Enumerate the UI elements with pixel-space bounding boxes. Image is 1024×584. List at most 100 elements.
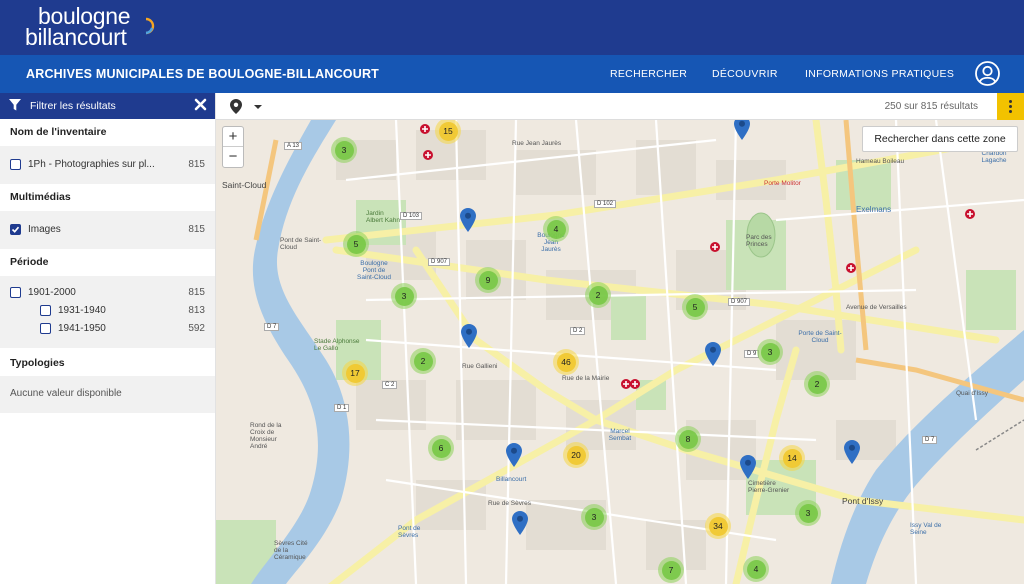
map-cluster[interactable]: 9 — [475, 267, 501, 293]
filter-label: 1941-1950 — [58, 323, 106, 334]
road-shield: D 102 — [594, 200, 617, 208]
checkbox[interactable] — [10, 287, 21, 298]
filter-count: 815 — [188, 224, 205, 235]
map-cluster[interactable]: 2 — [410, 348, 436, 374]
map-cluster[interactable]: 46 — [553, 349, 579, 375]
map-cluster[interactable]: 3 — [391, 283, 417, 309]
cluster-count: 17 — [345, 363, 365, 383]
map-cluster[interactable]: 8 — [675, 426, 701, 452]
map-label: Rue de Sèvres — [488, 500, 531, 507]
nav-informations-pratiques[interactable]: INFORMATIONS PRATIQUES — [805, 68, 954, 80]
road-shield: D 7 — [922, 436, 938, 444]
checkbox[interactable] — [40, 323, 51, 334]
map-cluster[interactable]: 3 — [795, 500, 821, 526]
map-label: Saint-Cloud — [222, 180, 267, 190]
chevron-down-icon[interactable] — [254, 105, 262, 109]
map-view[interactable]: Saint-Cloud Pont de Saint-Cloud Boulogne… — [216, 120, 1024, 584]
cluster-count: 8 — [678, 429, 698, 449]
filter-item-inventory[interactable]: 1Ph - Photographies sur pl... 815 — [10, 156, 205, 174]
map-toolbar: 250 sur 815 résultats — [216, 93, 1024, 120]
map-cluster[interactable]: 2 — [585, 282, 611, 308]
map-cluster[interactable]: 4 — [743, 556, 769, 582]
checkbox[interactable] — [40, 305, 51, 316]
map-label: Quai d'Issy — [956, 390, 988, 397]
map-label: Sèvres Cité de la Céramique — [274, 540, 308, 561]
map-cluster[interactable]: 5 — [343, 231, 369, 257]
map-pin-icon[interactable] — [512, 511, 528, 535]
map-label: Rond de la Croix de Monsieur André — [250, 422, 282, 450]
map-cluster[interactable]: 5 — [682, 294, 708, 320]
filter-count: 815 — [188, 159, 205, 170]
map-cluster[interactable]: 3 — [331, 137, 357, 163]
map-label: Hameau Boileau — [856, 158, 905, 165]
map-pin-icon[interactable] — [705, 342, 721, 366]
filter-item-1901-2000[interactable]: 1901-2000 815 — [10, 284, 205, 302]
site-title[interactable]: ARCHIVES MUNICIPALES DE BOULOGNE-BILLANC… — [26, 67, 379, 81]
map-marker-icon[interactable] — [230, 99, 242, 114]
filter-item-1931-1940[interactable]: 1931-1940 813 — [10, 302, 205, 320]
section-period: 1901-2000 815 1931-1940 813 1941-1950 59… — [0, 276, 215, 348]
check-icon — [11, 226, 20, 233]
site-logo[interactable]: boulogne billancourt — [25, 5, 131, 49]
map-cluster[interactable]: 14 — [779, 445, 805, 471]
map-label: Stade Alphonse Le Gallo — [314, 338, 360, 352]
cluster-count: 3 — [334, 140, 354, 160]
map-cluster[interactable]: 3 — [757, 339, 783, 365]
user-account-icon[interactable] — [975, 61, 1000, 86]
cluster-count: 5 — [346, 234, 366, 254]
cluster-count: 3 — [798, 503, 818, 523]
search-this-area-button[interactable]: Rechercher dans cette zone — [862, 126, 1018, 152]
hospital-icon — [423, 150, 433, 160]
cluster-count: 2 — [807, 374, 827, 394]
map-cluster[interactable]: 6 — [428, 435, 454, 461]
map-cluster[interactable]: 34 — [705, 513, 731, 539]
section-title-inventory: Nom de l'inventaire — [10, 126, 107, 138]
map-label: Issy Val de Seine — [910, 522, 942, 536]
map-pin-icon[interactable] — [844, 440, 860, 464]
map-pin-icon[interactable] — [461, 324, 477, 348]
map-pin-icon[interactable] — [460, 208, 476, 232]
main-navbar: ARCHIVES MUNICIPALES DE BOULOGNE-BILLANC… — [0, 55, 1024, 93]
cluster-count: 3 — [584, 507, 604, 527]
map-pin-icon[interactable] — [506, 443, 522, 467]
empty-message: Aucune valeur disponible — [10, 388, 122, 399]
section-media: Images 815 — [0, 211, 215, 249]
filter-item-1941-1950[interactable]: 1941-1950 592 — [10, 320, 205, 338]
more-options-button[interactable] — [997, 93, 1024, 120]
map-label: Boulogne Pont de Saint-Cloud — [357, 260, 391, 281]
map-pin-icon[interactable] — [740, 455, 756, 479]
map-label: Rue Jean Jaurès — [512, 140, 562, 147]
hospital-icon — [420, 124, 430, 134]
cluster-count: 3 — [394, 286, 414, 306]
road-shield: D 907 — [728, 298, 751, 306]
map-label: Porte de Saint-Cloud — [798, 330, 842, 344]
cluster-count: 20 — [566, 445, 586, 465]
top-banner: boulogne billancourt — [0, 0, 1024, 55]
checkbox-checked[interactable] — [10, 224, 21, 235]
map-cluster[interactable]: 3 — [581, 504, 607, 530]
map-tiles — [216, 120, 1024, 584]
map-pin-icon[interactable] — [734, 120, 750, 140]
map-cluster[interactable]: 2 — [804, 371, 830, 397]
map-cluster[interactable]: 20 — [563, 442, 589, 468]
filter-item-images[interactable]: Images 815 — [10, 221, 205, 239]
section-title-media: Multimédias — [10, 191, 71, 203]
close-icon[interactable] — [194, 98, 207, 111]
cluster-count: 14 — [782, 448, 802, 468]
map-cluster[interactable]: 4 — [543, 216, 569, 242]
cluster-count: 7 — [661, 560, 681, 580]
checkbox[interactable] — [10, 159, 21, 170]
logo-arc-icon — [145, 17, 155, 35]
section-typologies: Aucune valeur disponible — [0, 376, 215, 413]
map-label: Chardon Lagache — [981, 150, 1007, 164]
map-label: Exelmans — [856, 205, 892, 214]
nav-decouvrir[interactable]: DÉCOUVRIR — [712, 68, 778, 80]
map-cluster[interactable]: 17 — [342, 360, 368, 386]
map-cluster[interactable]: 7 — [658, 557, 684, 583]
map-label: Cimetière Pierre-Grenier — [748, 480, 790, 494]
cluster-count: 3 — [760, 342, 780, 362]
zoom-out-button[interactable]: − — [223, 147, 243, 167]
section-inventory: 1Ph - Photographies sur pl... 815 — [0, 146, 215, 184]
nav-rechercher[interactable]: RECHERCHER — [610, 68, 687, 80]
zoom-in-button[interactable]: + — [223, 127, 243, 147]
